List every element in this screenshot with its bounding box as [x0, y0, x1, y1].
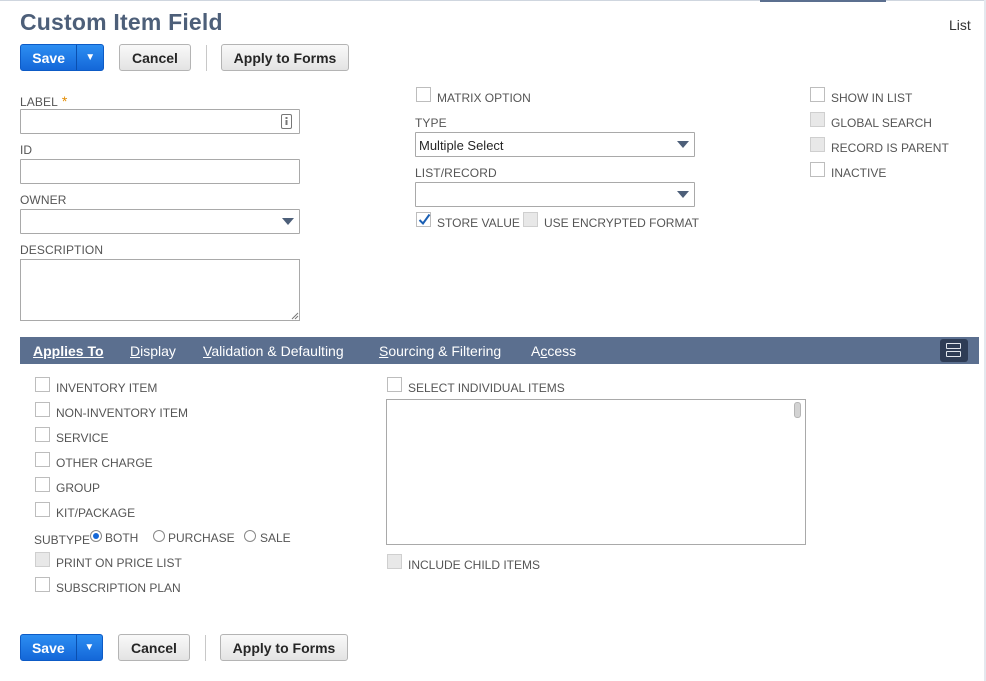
select-individual-items-label: SELECT INDIVIDUAL ITEMS — [408, 381, 565, 395]
inactive-label: INACTIVE — [831, 166, 887, 180]
list-record-field-label: LIST/RECORD — [415, 166, 497, 180]
tab-label: ourcing & Filtering — [388, 343, 502, 359]
group-label: GROUP — [56, 481, 101, 495]
tab-label: cess — [547, 343, 577, 359]
global-search-checkbox[interactable] — [810, 112, 825, 127]
select-individual-items-checkbox[interactable] — [387, 377, 402, 392]
subtype-both-label: BOTH — [105, 531, 139, 545]
use-encrypted-format-checkbox[interactable] — [523, 212, 538, 227]
apply-to-forms-button[interactable]: Apply to Forms — [221, 44, 349, 71]
service-label: SERVICE — [56, 431, 109, 445]
description-textarea[interactable] — [20, 259, 300, 321]
subtype-sale-radio[interactable] — [244, 530, 256, 542]
type-select[interactable]: Multiple Select — [415, 132, 695, 157]
chevron-down-icon — [677, 141, 689, 148]
subscription-plan-checkbox[interactable] — [35, 577, 50, 592]
save-button-label[interactable]: Save — [21, 45, 78, 70]
save-menu-arrow-icon[interactable]: ▼ — [77, 635, 102, 660]
save-menu-arrow-icon[interactable]: ▼ — [77, 45, 103, 70]
owner-select[interactable] — [20, 209, 300, 234]
matrix-option-checkbox[interactable] — [416, 87, 431, 102]
service-checkbox[interactable] — [35, 427, 50, 442]
list-link[interactable]: List — [949, 17, 971, 33]
button-divider — [206, 45, 207, 71]
required-marker: * — [61, 93, 68, 109]
type-select-value: Multiple Select — [419, 138, 504, 153]
tab-accesskey: D — [130, 343, 141, 359]
chevron-down-icon — [677, 191, 689, 198]
resize-handle-icon[interactable] — [291, 312, 299, 320]
label-field-label: LABEL * — [20, 93, 67, 109]
kit-package-checkbox[interactable] — [35, 502, 50, 517]
tab-sourcing-filtering[interactable]: Sourcing & Filtering — [379, 343, 501, 359]
subscription-plan-label: SUBSCRIPTION PLAN — [56, 581, 181, 595]
field-help-icon[interactable] — [281, 114, 292, 129]
tab-label: pplies To — [43, 343, 104, 359]
tab-label: isplay — [140, 343, 176, 359]
individual-items-listbox[interactable] — [386, 399, 806, 545]
print-on-price-list-label: PRINT ON PRICE LIST — [56, 556, 182, 570]
listbox-scrollbar[interactable] — [794, 402, 801, 418]
label-input[interactable] — [20, 109, 300, 134]
tab-accesskey: A — [33, 343, 44, 359]
save-button-label[interactable]: Save — [21, 635, 77, 660]
tab-label: alidation & Defaulting — [211, 343, 344, 359]
cancel-button-bottom[interactable]: Cancel — [118, 634, 190, 661]
inventory-item-checkbox[interactable] — [35, 377, 50, 392]
tab-label-prefix: A — [531, 343, 541, 359]
store-value-checkbox[interactable] — [416, 212, 431, 227]
use-encrypted-format-label: USE ENCRYPTED FORMAT — [544, 216, 699, 230]
cancel-button[interactable]: Cancel — [119, 44, 191, 71]
tab-display[interactable]: Display — [130, 343, 176, 359]
include-child-items-checkbox[interactable] — [387, 554, 402, 569]
id-input[interactable] — [20, 159, 300, 184]
button-divider — [205, 635, 206, 661]
owner-field-label: OWNER — [20, 193, 67, 207]
global-search-label: GLOBAL SEARCH — [831, 116, 932, 130]
chevron-down-icon — [282, 218, 294, 225]
include-child-items-label: INCLUDE CHILD ITEMS — [408, 558, 541, 572]
label-field-text: LABEL — [20, 95, 58, 109]
save-button-bottom[interactable]: Save ▼ — [20, 634, 103, 661]
save-button[interactable]: Save ▼ — [20, 44, 104, 71]
other-charge-checkbox[interactable] — [35, 452, 50, 467]
inactive-checkbox[interactable] — [810, 162, 825, 177]
id-field-label: ID — [20, 143, 33, 157]
subtype-both-radio[interactable] — [90, 530, 102, 542]
subtype-label: SUBTYPE — [34, 533, 91, 547]
layout-toggle-icon[interactable] — [940, 339, 968, 362]
page-title: Custom Item Field — [20, 9, 223, 35]
non-inventory-item-checkbox[interactable] — [35, 402, 50, 417]
store-value-label: STORE VALUE — [437, 216, 520, 230]
subtype-purchase-label: PURCHASE — [168, 531, 235, 545]
print-on-price-list-checkbox[interactable] — [35, 552, 50, 567]
tab-validation-defaulting[interactable]: Validation & Defaulting — [203, 343, 344, 359]
non-inventory-item-label: NON-INVENTORY ITEM — [56, 406, 189, 420]
subtype-purchase-radio[interactable] — [153, 530, 165, 542]
matrix-option-label: MATRIX OPTION — [437, 91, 531, 105]
group-checkbox[interactable] — [35, 477, 50, 492]
tab-access[interactable]: Access — [531, 343, 576, 359]
subtype-sale-label: SALE — [260, 531, 291, 545]
show-in-list-label: SHOW IN LIST — [831, 91, 913, 105]
inventory-item-label: INVENTORY ITEM — [56, 381, 158, 395]
list-record-select[interactable] — [415, 182, 695, 207]
show-in-list-checkbox[interactable] — [810, 87, 825, 102]
description-field-label: DESCRIPTION — [20, 243, 104, 257]
checkmark-icon — [418, 213, 431, 226]
record-is-parent-label: RECORD IS PARENT — [831, 141, 949, 155]
apply-to-forms-button-bottom[interactable]: Apply to Forms — [220, 634, 348, 661]
tab-accesskey: S — [379, 343, 389, 359]
kit-package-label: KIT/PACKAGE — [56, 506, 136, 520]
top-border-accent — [760, 0, 886, 2]
tab-applies-to[interactable]: Applies To — [33, 343, 104, 359]
type-field-label: TYPE — [415, 116, 447, 130]
record-is-parent-checkbox[interactable] — [810, 137, 825, 152]
other-charge-label: OTHER CHARGE — [56, 456, 153, 470]
